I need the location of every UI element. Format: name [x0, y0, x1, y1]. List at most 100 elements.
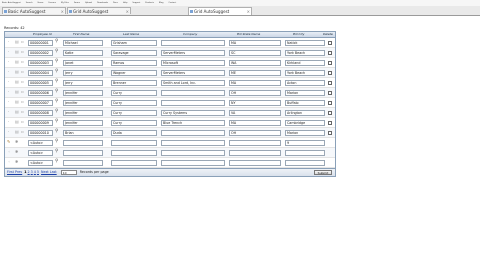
bill-city-field[interactable]: Acton — [285, 79, 325, 86]
copy-row-icon[interactable]: ▫ — [21, 40, 25, 44]
delete-checkbox[interactable] — [328, 40, 332, 45]
close-tab-icon[interactable]: × — [247, 8, 250, 15]
pager-next-last-link[interactable]: Next Last — [41, 170, 57, 174]
edit-row-icon[interactable]: ▤ — [15, 120, 19, 124]
copy-row-icon[interactable]: ▫ — [21, 130, 25, 134]
lookup-magnifier-icon[interactable]: ⚲ — [55, 129, 58, 135]
lookup-magnifier-icon[interactable]: ⚲ — [55, 39, 58, 45]
pager-page-link[interactable]: 3 — [31, 170, 33, 174]
lookup-magnifier-icon[interactable]: ⚲ — [55, 149, 58, 155]
header-last-name[interactable]: Last Name — [123, 32, 139, 37]
header-first-name[interactable]: First Name — [73, 32, 89, 37]
first-name-field[interactable]: Janet — [63, 59, 103, 66]
first-name-field[interactable]: Jennifer — [63, 109, 103, 116]
copy-row-icon[interactable]: ▫ — [21, 80, 25, 84]
employee-id-field[interactable]: 000000010 — [28, 129, 53, 136]
employee-id-field[interactable]: 000000008 — [28, 109, 53, 116]
company-field[interactable] — [161, 139, 225, 146]
edit-row-icon[interactable]: ▤ — [15, 80, 19, 84]
edit-row-icon[interactable]: ▤ — [15, 130, 19, 134]
last-name-field[interactable] — [111, 149, 157, 156]
copy-row-icon[interactable]: ▫ — [21, 120, 25, 124]
employee-id-field[interactable]: <Auto> — [28, 149, 53, 156]
pager-page-link[interactable]: 5 — [37, 170, 39, 174]
first-name-field[interactable]: Brian — [63, 129, 103, 136]
employee-id-field[interactable]: <Auto> — [28, 159, 53, 166]
bill-city-field[interactable]: Kirkland — [285, 59, 325, 66]
edit-row-icon[interactable]: ▤ — [15, 50, 19, 54]
company-field[interactable]: ServerMeters — [161, 69, 225, 76]
bill-state-field[interactable]: VA — [229, 109, 281, 116]
bill-state-field[interactable]: OH — [229, 129, 281, 136]
first-name-field[interactable]: Katie — [63, 49, 103, 56]
close-tab-icon[interactable]: × — [126, 8, 129, 14]
company-field[interactable]: ServerMeters — [161, 49, 225, 56]
edit-row-icon[interactable]: ▤ — [15, 70, 19, 74]
company-field[interactable] — [161, 89, 225, 96]
delete-checkbox[interactable] — [328, 110, 332, 115]
delete-checkbox[interactable] — [328, 90, 332, 95]
bill-city-field[interactable]: Buffalo — [285, 99, 325, 106]
last-name-field[interactable]: Grisham — [111, 39, 157, 46]
company-field[interactable]: Curry Systems — [161, 109, 225, 116]
close-tab-icon[interactable]: × — [61, 8, 64, 14]
first-name-field[interactable] — [63, 159, 103, 166]
employee-id-field[interactable]: 000000002 — [28, 49, 53, 56]
lookup-magnifier-icon[interactable]: ⚲ — [55, 89, 58, 95]
bill-city-field[interactable]: 9 — [285, 139, 325, 146]
bill-state-field[interactable]: OH — [229, 89, 281, 96]
delete-checkbox[interactable] — [328, 70, 332, 75]
edit-row-icon[interactable]: ▤ — [15, 40, 19, 44]
first-name-field[interactable]: Jerry — [63, 79, 103, 86]
last-name-field[interactable]: Curry — [111, 89, 157, 96]
header-company[interactable]: Company — [183, 32, 197, 37]
header-bill-city[interactable]: Bill City — [293, 32, 304, 37]
employee-id-field[interactable]: 000000001 — [28, 39, 53, 46]
company-field[interactable]: Microsoft — [161, 59, 225, 66]
bill-state-field[interactable]: MA — [229, 39, 281, 46]
bill-state-field[interactable]: MA — [229, 79, 281, 86]
pager-page-link[interactable]: 2 — [28, 170, 30, 174]
lookup-magnifier-icon[interactable]: ⚲ — [55, 119, 58, 125]
delete-checkbox[interactable] — [328, 60, 332, 65]
bill-city-field[interactable]: York Beach — [285, 69, 325, 76]
delete-checkbox[interactable] — [328, 120, 332, 125]
bill-city-field[interactable]: Cambridge — [285, 119, 325, 126]
insert-row-icon[interactable]: ✱ — [15, 160, 19, 164]
lookup-magnifier-icon[interactable]: ⚲ — [55, 69, 58, 75]
lookup-magnifier-icon[interactable]: ⚲ — [55, 159, 58, 165]
insert-row-icon[interactable]: ✱ — [15, 150, 19, 154]
company-field[interactable] — [161, 39, 225, 46]
browser-tab[interactable]: Basic AutoSuggest × — [2, 7, 66, 14]
copy-row-icon[interactable]: ▫ — [21, 60, 25, 64]
last-name-field[interactable]: Brenner — [111, 79, 157, 86]
last-name-field[interactable]: Curry — [111, 119, 157, 126]
last-name-field[interactable]: Saravage — [111, 49, 157, 56]
company-field[interactable]: Smith and Lord, Inc. — [161, 79, 225, 86]
pager-page-link[interactable]: 1 — [24, 170, 26, 174]
first-name-field[interactable]: Jerry — [63, 69, 103, 76]
records-per-page-select[interactable]: 10 — [60, 169, 77, 175]
first-name-field[interactable]: Jennifer — [63, 99, 103, 106]
delete-checkbox[interactable] — [328, 130, 332, 135]
bill-city-field[interactable]: Arlington — [285, 109, 325, 116]
edit-row-icon[interactable]: ▤ — [15, 110, 19, 114]
company-field[interactable] — [161, 129, 225, 136]
lookup-magnifier-icon[interactable]: ⚲ — [55, 139, 58, 145]
bill-state-field[interactable]: ME — [229, 69, 281, 76]
bill-city-field[interactable] — [285, 149, 325, 156]
bill-state-field[interactable]: NY — [229, 99, 281, 106]
browser-tab[interactable]: Grid AutoSuggest × — [67, 7, 131, 14]
employee-id-field[interactable]: 000000007 — [28, 99, 53, 106]
copy-row-icon[interactable]: ▫ — [21, 50, 25, 54]
edit-row-icon[interactable]: ▤ — [15, 100, 19, 104]
pager-page-link[interactable]: 4 — [34, 170, 36, 174]
submit-button[interactable]: Submit — [314, 170, 332, 175]
bill-city-field[interactable]: Marion — [285, 89, 325, 96]
edit-row-icon[interactable]: ▤ — [15, 60, 19, 64]
employee-id-field[interactable]: <Auto> — [28, 139, 53, 146]
header-employee-id[interactable]: Employee Id — [33, 32, 52, 37]
last-name-field[interactable]: Curry — [111, 109, 157, 116]
bill-state-field[interactable] — [229, 159, 281, 166]
last-name-field[interactable]: Wagner — [111, 69, 157, 76]
